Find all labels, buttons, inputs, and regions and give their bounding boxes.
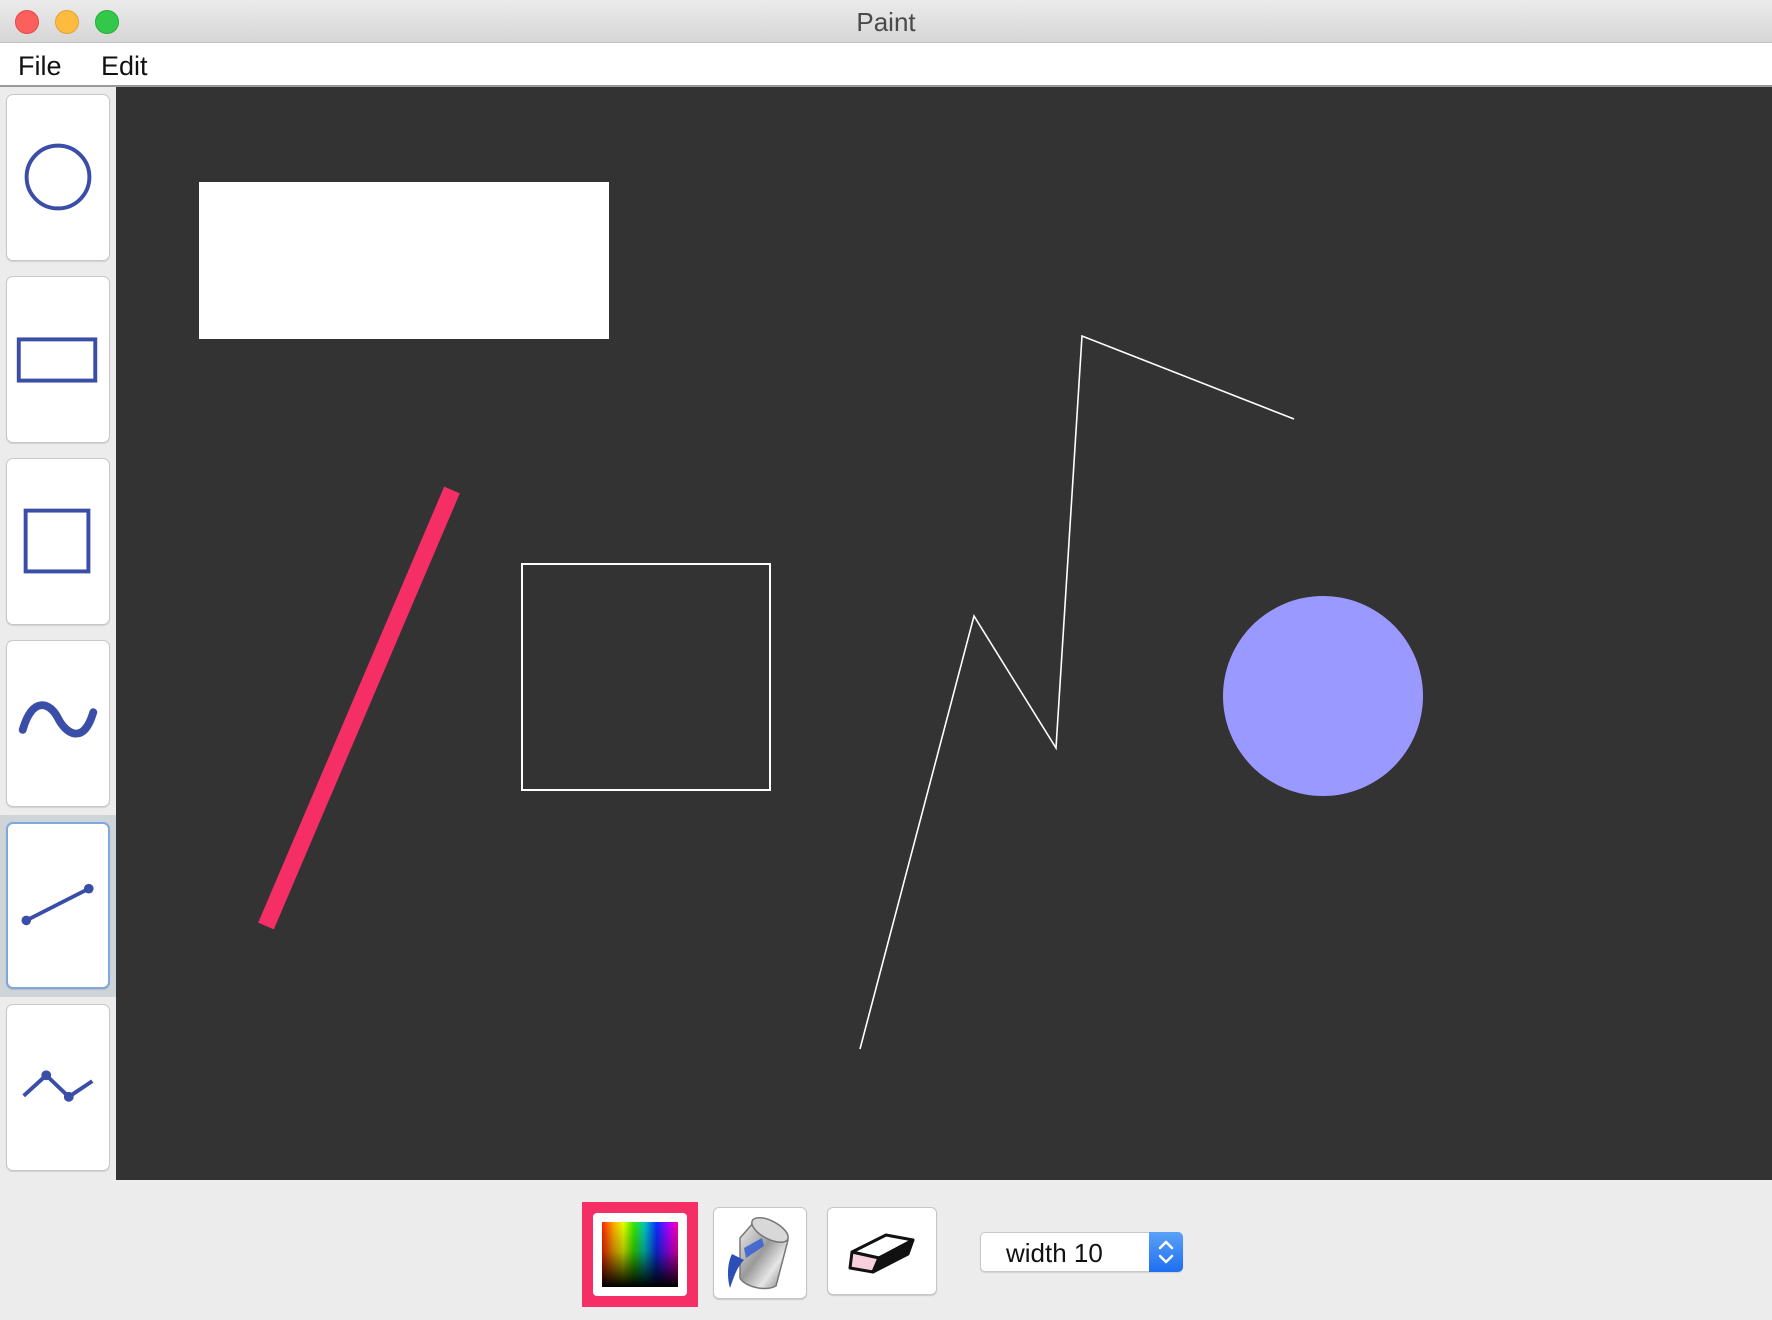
- color-spectrum-icon: [602, 1222, 678, 1287]
- paint-bucket-icon: [728, 1216, 789, 1290]
- lavender-filled-circle: [1223, 596, 1423, 796]
- eraser-icon: [848, 1233, 915, 1274]
- line-tool-button[interactable]: [6, 822, 110, 989]
- window-title: Paint: [856, 7, 916, 37]
- menu-bar: File Edit: [0, 43, 1772, 87]
- menu-file[interactable]: File: [8, 43, 72, 85]
- line-icon: [21, 883, 94, 926]
- stroke-width-stepper[interactable]: [1149, 1232, 1183, 1272]
- rectangle-tool[interactable]: [0, 269, 116, 451]
- rectangle-tool-button[interactable]: [6, 276, 110, 443]
- line-tool[interactable]: [0, 815, 116, 997]
- stroke-width-value: width 10: [1006, 1238, 1103, 1268]
- freehand-curve-icon: [18, 701, 98, 738]
- freehand-tool[interactable]: [0, 633, 116, 815]
- fill-tool-button[interactable]: [713, 1207, 807, 1299]
- stroke-width-select[interactable]: width 10: [980, 1232, 1183, 1272]
- rectangle-icon: [16, 337, 98, 383]
- canvas-drawing: [199, 182, 1423, 1050]
- white-filled-rectangle: [199, 182, 609, 339]
- polyline-tool-button[interactable]: [6, 1004, 110, 1171]
- freehand-tool-button[interactable]: [6, 640, 110, 807]
- title-bar: Paint: [0, 0, 1772, 43]
- menu-edit[interactable]: Edit: [91, 43, 158, 85]
- circle-tool-button[interactable]: [6, 94, 110, 261]
- square-tool[interactable]: [0, 451, 116, 633]
- polyline-tool[interactable]: [0, 997, 116, 1179]
- polyline-icon: [22, 1070, 94, 1102]
- square-tool-button[interactable]: [6, 458, 110, 625]
- pink-thick-line: [258, 486, 460, 930]
- white-outlined-square: [521, 563, 771, 791]
- up-down-chevron-icon: [1158, 1240, 1174, 1264]
- eraser-tool-button[interactable]: [827, 1207, 937, 1295]
- shape-tool-palette: [0, 87, 116, 1180]
- circle-tool[interactable]: [0, 87, 116, 269]
- circle-icon: [24, 143, 92, 211]
- drawing-canvas[interactable]: [116, 87, 1772, 1180]
- paint-window: Paint File Edit width 10: [0, 0, 1772, 1320]
- square-icon: [23, 508, 91, 574]
- bottom-toolbar: width 10: [0, 1180, 1772, 1320]
- color-picker-button[interactable]: [582, 1202, 698, 1307]
